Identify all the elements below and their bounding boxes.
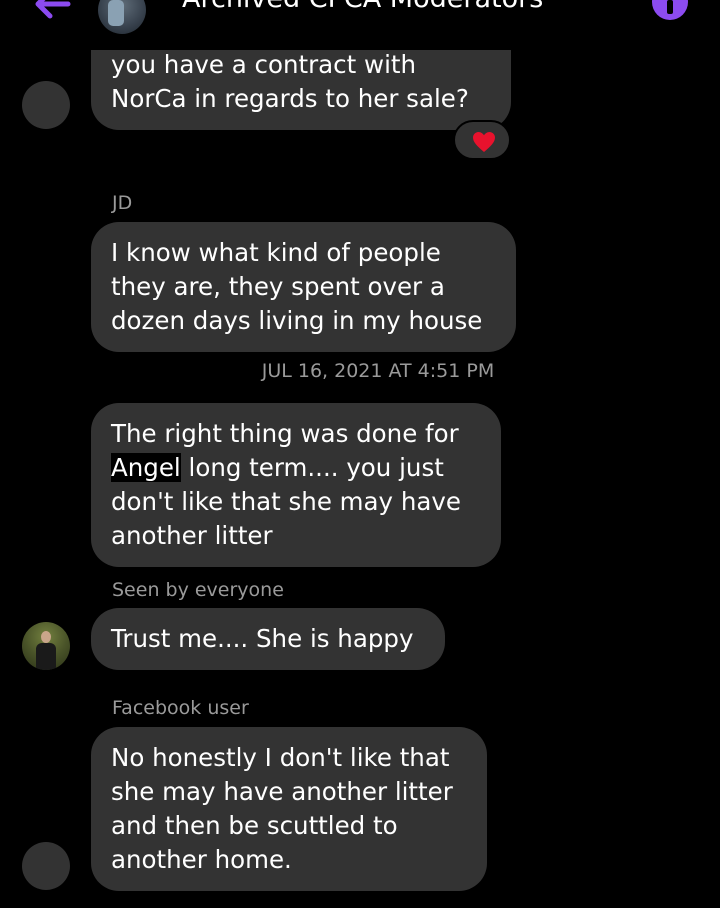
message-text: she may have another litter <box>111 777 453 806</box>
message-bubble[interactable]: The right thing was done for Angel long … <box>91 403 501 567</box>
message-text: No honestly I don't like that <box>111 743 450 772</box>
message-bubble[interactable]: No honestly I don't like that she may ha… <box>91 727 487 891</box>
heart-reaction[interactable] <box>453 120 511 160</box>
message-text: Trust me.... She is happy <box>111 624 414 653</box>
message-text: I know what kind of people <box>111 238 441 267</box>
read-receipt: Seen by everyone <box>112 579 284 601</box>
message-text: long term.... you just <box>180 453 444 482</box>
message-text: dozen days living in my house <box>111 306 483 335</box>
highlighted-name: Angel <box>111 453 181 482</box>
avatar[interactable] <box>22 842 70 890</box>
message-text: another litter <box>111 521 273 550</box>
avatar-figure-head <box>41 631 51 643</box>
message-text: and then be scuttled to <box>111 811 398 840</box>
sender-name: Facebook user <box>112 697 249 719</box>
message-text: they are, they spent over a <box>111 272 445 301</box>
message-text: don't like that she may have <box>111 487 461 516</box>
message-text: NorCa in regards to her sale? <box>111 84 469 113</box>
conversation-header: Archived CPCA Moderators <box>0 0 720 50</box>
back-arrow-icon[interactable] <box>28 0 72 22</box>
avatar[interactable] <box>22 81 70 129</box>
message-text: another home. <box>111 845 292 874</box>
avatar-figure-body <box>36 643 56 670</box>
message-bubble[interactable]: Trust me.... She is happy <box>91 608 445 670</box>
sender-name: JD <box>112 192 133 214</box>
message-text: you have a contract with <box>111 50 417 79</box>
heart-icon <box>473 132 495 152</box>
message-text: The right thing was done for <box>111 419 459 448</box>
timestamp: JUL 16, 2021 AT 4:51 PM <box>261 360 495 382</box>
group-avatar[interactable] <box>98 0 146 34</box>
info-icon[interactable] <box>652 0 688 20</box>
avatar[interactable] <box>22 622 70 670</box>
message-text: Angel long term.... you just <box>111 451 481 485</box>
conversation-title[interactable]: Archived CPCA Moderators <box>182 0 543 16</box>
message-bubble[interactable]: I know what kind of people they are, the… <box>91 222 516 352</box>
